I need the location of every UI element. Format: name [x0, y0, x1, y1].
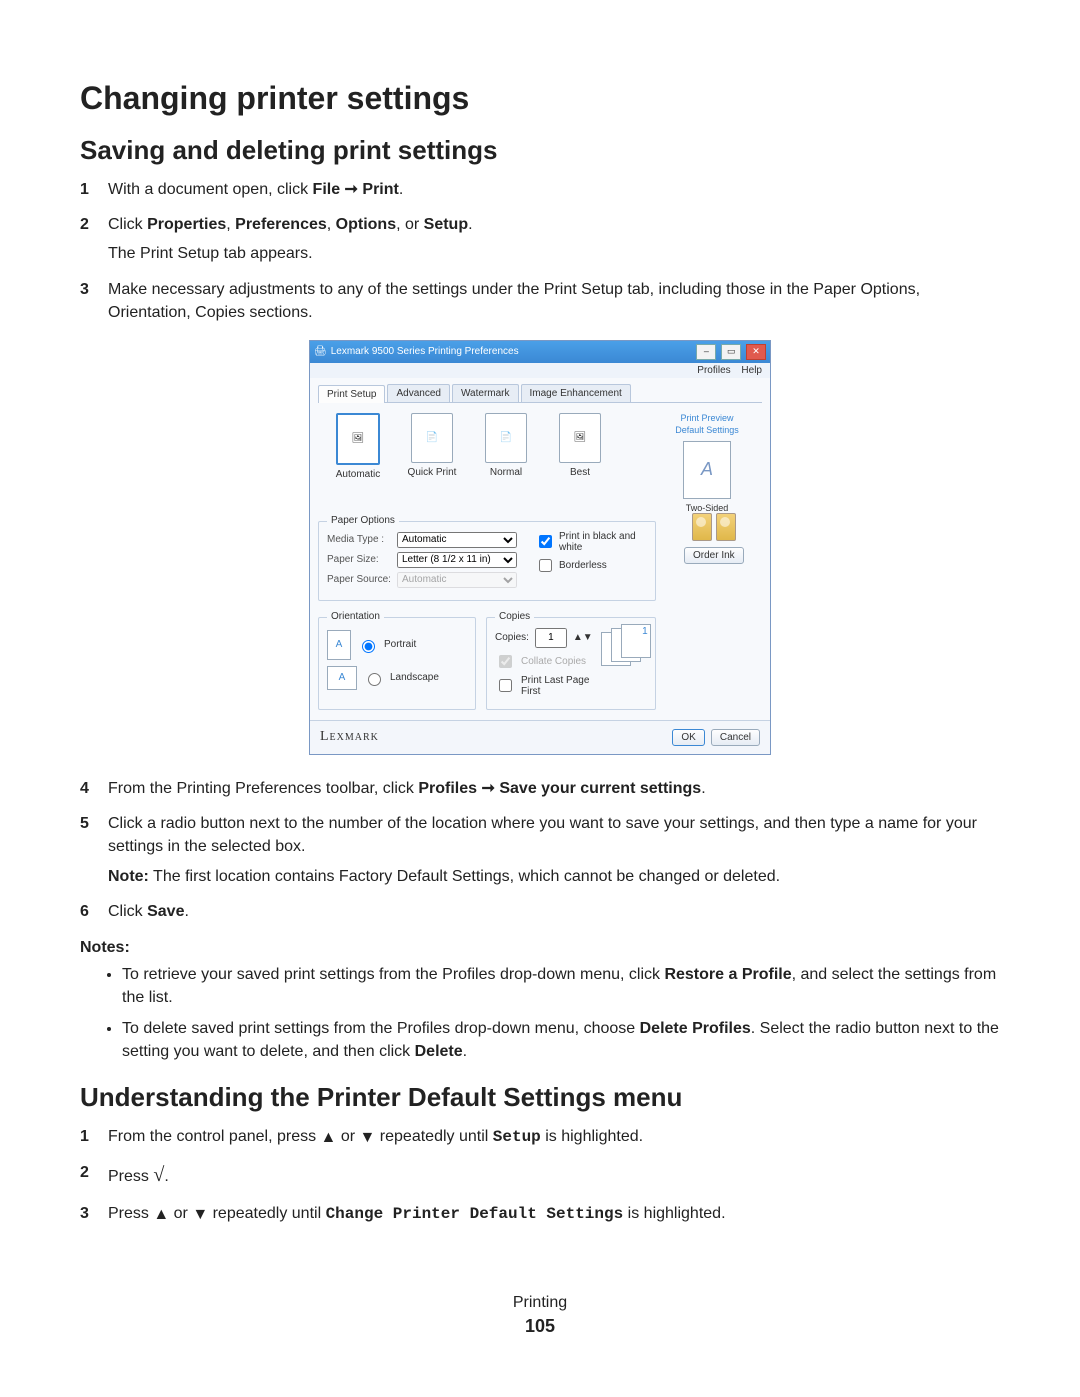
up-arrow-icon: ▲: [153, 1203, 169, 1226]
footer-section: Printing: [0, 1294, 1080, 1312]
paper-size-label: Paper Size:: [327, 554, 391, 565]
app-icon: 🖨: [314, 346, 327, 357]
normal-icon: 📄: [485, 413, 527, 463]
copies-input[interactable]: [535, 628, 567, 648]
paper-size-select[interactable]: Letter (8 1/2 x 11 in): [397, 552, 517, 568]
step-2-sub: The Print Setup tab appears.: [108, 242, 1000, 265]
steps-understanding: From the control panel, press ▲ or ▼ rep…: [80, 1125, 1000, 1226]
portrait-radio[interactable]: [362, 640, 375, 653]
media-type-label: Media Type :: [327, 534, 391, 545]
notes-list: To retrieve your saved print settings fr…: [80, 963, 1000, 1064]
step-1: With a document open, click File ➞ Print…: [80, 178, 1000, 201]
note-1: To retrieve your saved print settings fr…: [122, 963, 1000, 1009]
step-3: Make necessary adjustments to any of the…: [80, 278, 1000, 324]
brand-logo: Lexmark: [320, 729, 379, 745]
quality-normal[interactable]: 📄 Normal: [476, 413, 536, 513]
best-icon: 🖼: [559, 413, 601, 463]
media-type-select[interactable]: Automatic: [397, 532, 517, 548]
lastfirst-checkbox[interactable]: [499, 679, 512, 692]
page-footer: Printing 105: [0, 1294, 1080, 1337]
menu-profiles[interactable]: Profiles: [697, 365, 730, 376]
paper-source-label: Paper Source:: [327, 574, 391, 585]
section-heading-saving: Saving and deleting print settings: [80, 135, 1000, 166]
collate-checkbox: [499, 655, 512, 668]
close-button[interactable]: ✕: [746, 344, 766, 360]
dialog-menubar: Profiles Help: [310, 363, 770, 378]
page-number: 105: [0, 1316, 1080, 1337]
quality-best[interactable]: 🖼 Best: [550, 413, 610, 513]
step-6: Click Save.: [80, 900, 1000, 923]
dialog-tabs: Print Setup Advanced Watermark Image Enh…: [318, 384, 762, 403]
quick-icon: 📄: [411, 413, 453, 463]
paper-options-group: Paper Options Media Type : Automatic Pap…: [318, 521, 656, 601]
dialog-title: Lexmark 9500 Series Printing Preferences: [331, 346, 519, 357]
tab-advanced[interactable]: Advanced: [387, 384, 449, 402]
landscape-icon: A: [327, 666, 357, 690]
notes-label: Notes:: [80, 939, 1000, 957]
ink-cartridge-icon: [716, 513, 736, 541]
copies-illustration: 3 2 1: [601, 624, 647, 664]
step-5: Click a radio button next to the number …: [80, 812, 1000, 888]
step-4: From the Printing Preferences toolbar, c…: [80, 777, 1000, 800]
step-b2: Press √.: [80, 1161, 1000, 1190]
orientation-group: Orientation APortrait ALandscape: [318, 617, 476, 710]
down-arrow-icon: ▼: [192, 1203, 208, 1226]
copies-group: Copies Copies:▲▼ Collate Copies Print La…: [486, 617, 656, 710]
paper-source-select: Automatic: [397, 572, 517, 588]
default-settings-link[interactable]: Default Settings: [675, 425, 739, 435]
two-sided-label: Two-Sided: [686, 503, 729, 513]
quality-quick[interactable]: 📄 Quick Print: [402, 413, 462, 513]
borderless-checkbox[interactable]: [539, 559, 552, 572]
window-controls: – ▭ ✕: [694, 344, 766, 360]
step-2: Click Properties, Preferences, Options, …: [80, 213, 1000, 265]
maximize-button[interactable]: ▭: [721, 344, 741, 360]
down-arrow-icon: ▼: [360, 1126, 376, 1149]
landscape-radio[interactable]: [368, 673, 381, 686]
steps-saving-cont: From the Printing Preferences toolbar, c…: [80, 777, 1000, 923]
quality-automatic[interactable]: 🖼 Automatic: [328, 413, 388, 513]
dialog-screenshot: 🖨 Lexmark 9500 Series Printing Preferenc…: [80, 340, 1000, 755]
preview-thumbnail: A: [683, 441, 731, 499]
minimize-button[interactable]: –: [696, 344, 716, 360]
bw-checkbox[interactable]: [539, 535, 552, 548]
tab-image-enhancement[interactable]: Image Enhancement: [521, 384, 631, 402]
step-b1: From the control panel, press ▲ or ▼ rep…: [80, 1125, 1000, 1149]
automatic-icon: 🖼: [336, 413, 380, 465]
cancel-button[interactable]: Cancel: [711, 729, 760, 746]
portrait-icon: A: [327, 630, 351, 660]
order-ink-button[interactable]: Order Ink: [684, 547, 744, 564]
check-icon: √: [153, 1164, 164, 1186]
step-b3: Press ▲ or ▼ repeatedly until Change Pri…: [80, 1202, 1000, 1226]
steps-saving: With a document open, click File ➞ Print…: [80, 178, 1000, 324]
ok-button[interactable]: OK: [672, 729, 704, 746]
ink-cartridge-icon: [692, 513, 712, 541]
print-preview-link[interactable]: Print Preview: [680, 413, 733, 423]
tab-print-setup[interactable]: Print Setup: [318, 385, 385, 403]
dialog-titlebar: 🖨 Lexmark 9500 Series Printing Preferenc…: [310, 341, 770, 363]
ink-levels: [692, 513, 736, 541]
note-2: To delete saved print settings from the …: [122, 1017, 1000, 1063]
copies-spinner[interactable]: ▲▼: [573, 632, 593, 643]
tab-watermark[interactable]: Watermark: [452, 384, 519, 402]
page-title: Changing printer settings: [80, 80, 1000, 117]
section-heading-understanding: Understanding the Printer Default Settin…: [80, 1082, 1000, 1113]
up-arrow-icon: ▲: [321, 1126, 337, 1149]
menu-help[interactable]: Help: [741, 365, 762, 376]
